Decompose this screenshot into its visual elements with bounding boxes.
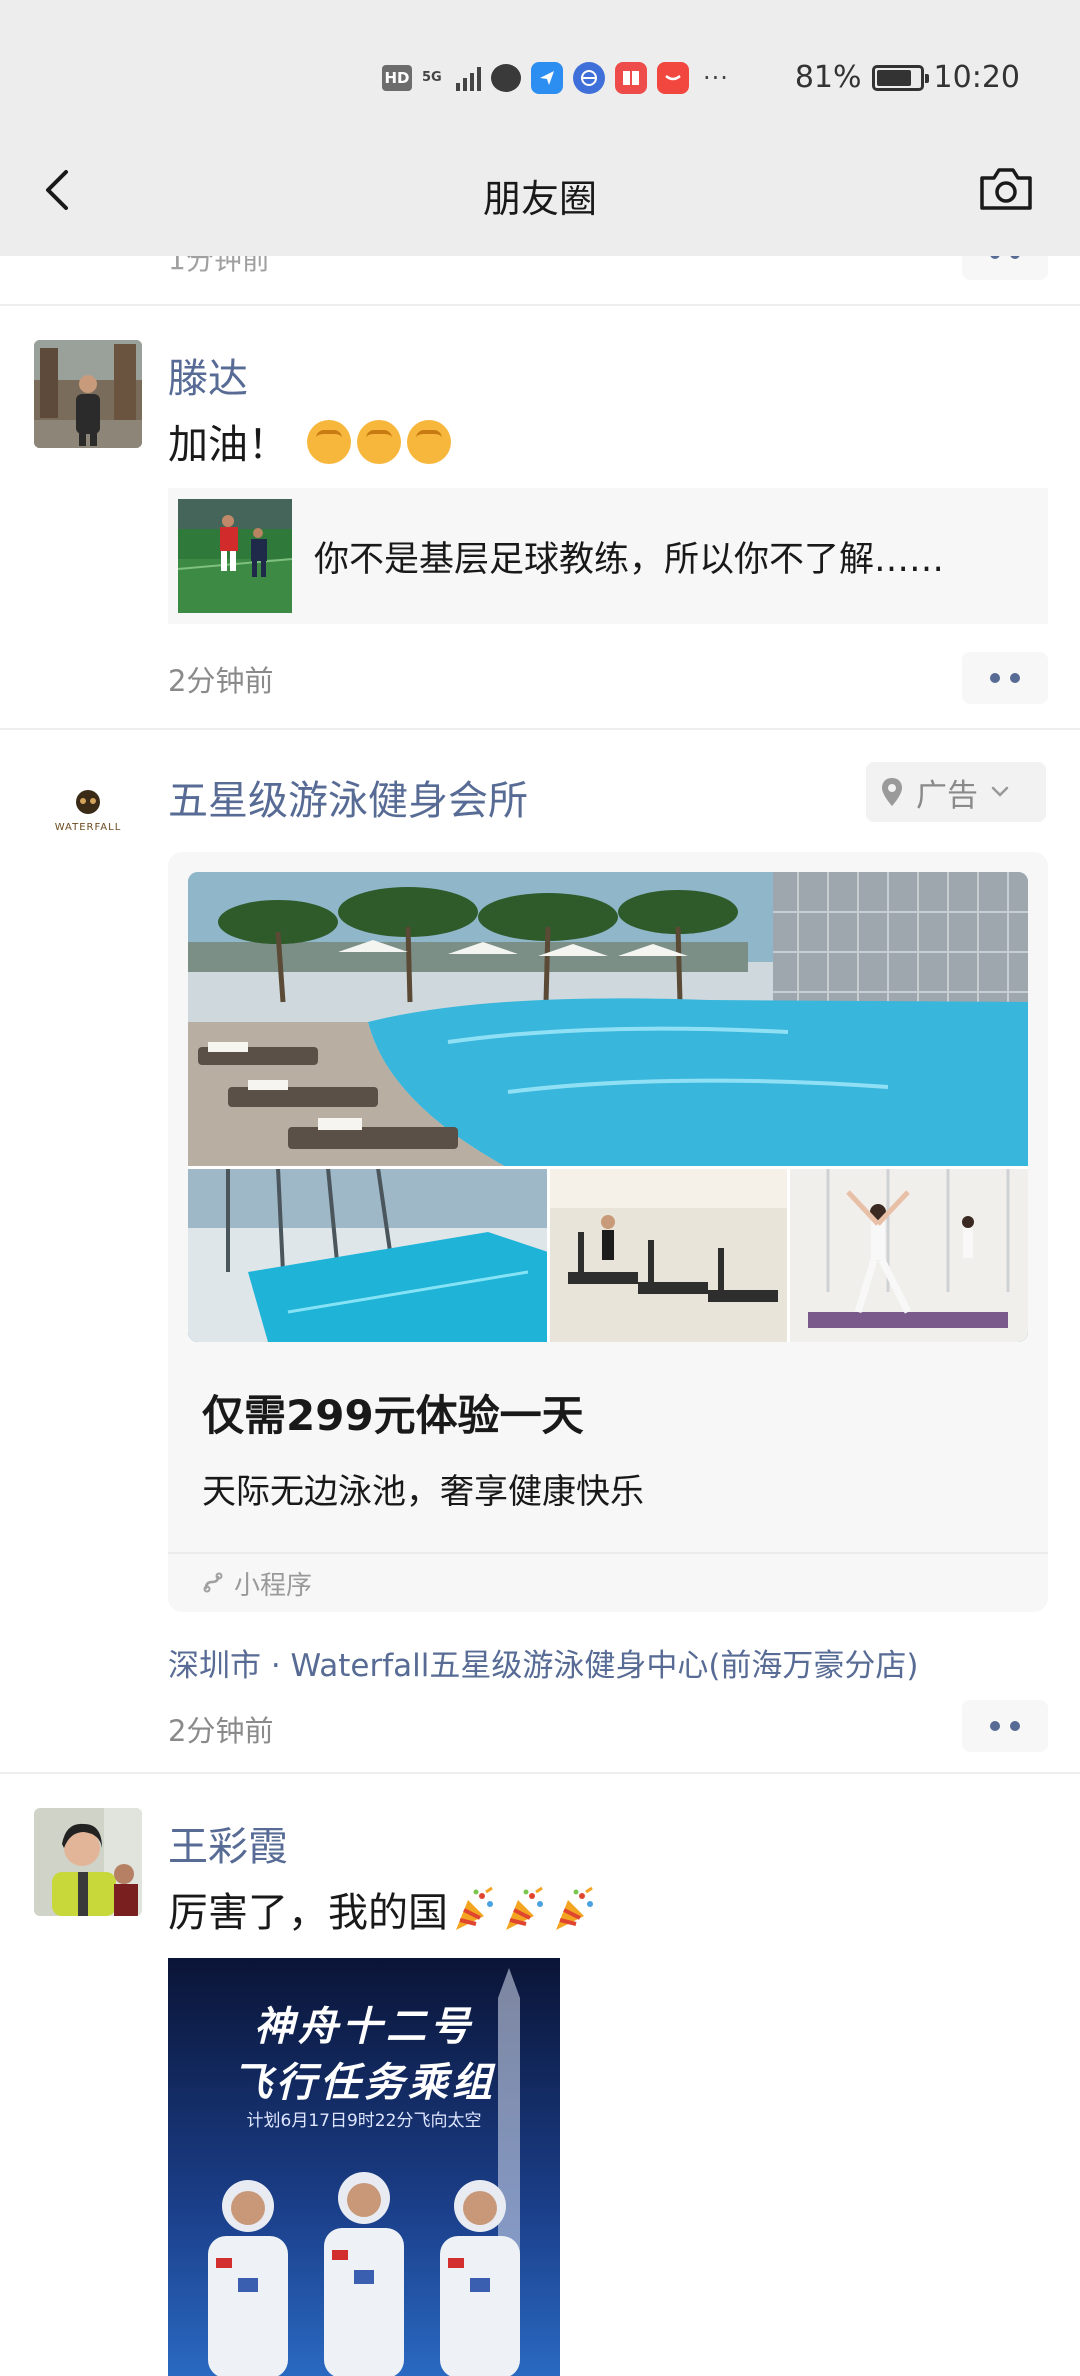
ad-label: 广告: [916, 777, 978, 814]
poster-caption: 计划6月17日9时22分飞向太空: [246, 2111, 482, 2131]
post-text: 加油！: [168, 412, 451, 470]
fist-emoji-icon: [306, 420, 351, 464]
battery-fill: [876, 69, 911, 86]
status-right: 81% 10:20: [795, 60, 1020, 95]
link-title: 你不是基层足球教练，所以你不了解……: [314, 539, 945, 580]
battery-percent: 81%: [794, 60, 862, 95]
ad-headline: 仅需299元体验一天: [202, 1391, 584, 1440]
advertiser-name[interactable]: 五星级游泳健身会所: [168, 768, 528, 826]
camera-button[interactable]: [976, 162, 1036, 216]
signal-icon: [456, 65, 481, 91]
shopping-app-icon: [657, 62, 689, 94]
post-divider: [0, 728, 1080, 730]
post-text-content: 加油！: [168, 422, 288, 468]
status-icons: HD 5G ···: [382, 62, 729, 94]
dot-icon: [990, 1721, 1000, 1731]
post-divider: [0, 304, 1080, 306]
browser-app-icon: [573, 62, 605, 94]
top-bar: HD 5G ··· 81% 10:20 朋友圈: [0, 0, 1080, 256]
nav-bar: 朋友圈: [0, 150, 1080, 230]
avatar[interactable]: [34, 1808, 142, 1916]
more-options-button[interactable]: [962, 652, 1048, 704]
send-app-icon: [531, 62, 563, 94]
ad-image: [188, 872, 1028, 1342]
ad-card[interactable]: 仅需299元体验一天 天际无边泳池，奢享健康快乐 小程序: [168, 852, 1048, 1612]
advertiser-logo-text: WATERFALL: [54, 822, 122, 833]
mini-program-icon: [203, 1572, 223, 1593]
dot-icon: [1010, 1721, 1020, 1731]
post-time: 2分钟前: [168, 664, 274, 698]
dot-icon: [1010, 673, 1020, 683]
author-name[interactable]: 滕达: [168, 346, 248, 404]
party-popper-emoji-icon: [456, 1886, 493, 1930]
chat-bubble-icon: [491, 64, 521, 92]
advertiser-avatar[interactable]: WATERFALL: [34, 762, 142, 870]
network-type-label: 5G: [422, 70, 442, 85]
post-text-content: 厉害了，我的国: [168, 1890, 448, 1936]
post-image[interactable]: 神舟十二号 飞行任务乘组 计划6月17日9时22分飞向太空: [168, 1958, 560, 2376]
more-options-button[interactable]: [962, 1700, 1048, 1752]
link-thumbnail: [178, 499, 292, 613]
battery-icon: [871, 64, 929, 91]
dot-icon: [990, 673, 1000, 683]
fist-emoji-icon: [406, 420, 451, 464]
post-divider: [0, 1772, 1080, 1774]
avatar[interactable]: [34, 340, 142, 448]
location-pin-icon: [882, 778, 902, 806]
location-link[interactable]: 深圳市 · Waterfall五星级游泳健身中心(前海万豪分店): [168, 1640, 919, 1685]
shared-link-card[interactable]: 你不是基层足球教练，所以你不了解……: [168, 488, 1048, 624]
fist-emoji-icon: [356, 420, 401, 464]
camera-icon: [980, 168, 1032, 210]
hd-badge: HD: [382, 65, 412, 91]
poster-title: 神舟十二号: [254, 2004, 474, 2050]
ad-label-button[interactable]: 广告: [866, 762, 1046, 822]
reader-app-icon: [615, 62, 647, 94]
party-popper-emoji-icon: [556, 1886, 593, 1930]
post-text: 厉害了，我的国: [168, 1880, 598, 1938]
mini-program-text: 小程序: [234, 1570, 313, 1601]
ad-subtext: 天际无边泳池，奢享健康快乐: [202, 1472, 644, 1512]
author-name[interactable]: 王彩霞: [168, 1814, 288, 1872]
poster-subtitle: 飞行任务乘组: [232, 2060, 496, 2106]
chevron-down-icon: [991, 786, 1009, 797]
page-title: 朋友圈: [482, 177, 597, 221]
post-time: 2分钟前: [168, 1714, 274, 1748]
mini-program-label: 小程序: [168, 1552, 1048, 1612]
more-notifications-icon: ···: [703, 64, 729, 92]
clock: 10:20: [933, 60, 1020, 95]
party-popper-emoji-icon: [506, 1886, 543, 1930]
status-bar: HD 5G ··· 81% 10:20: [0, 58, 1080, 102]
